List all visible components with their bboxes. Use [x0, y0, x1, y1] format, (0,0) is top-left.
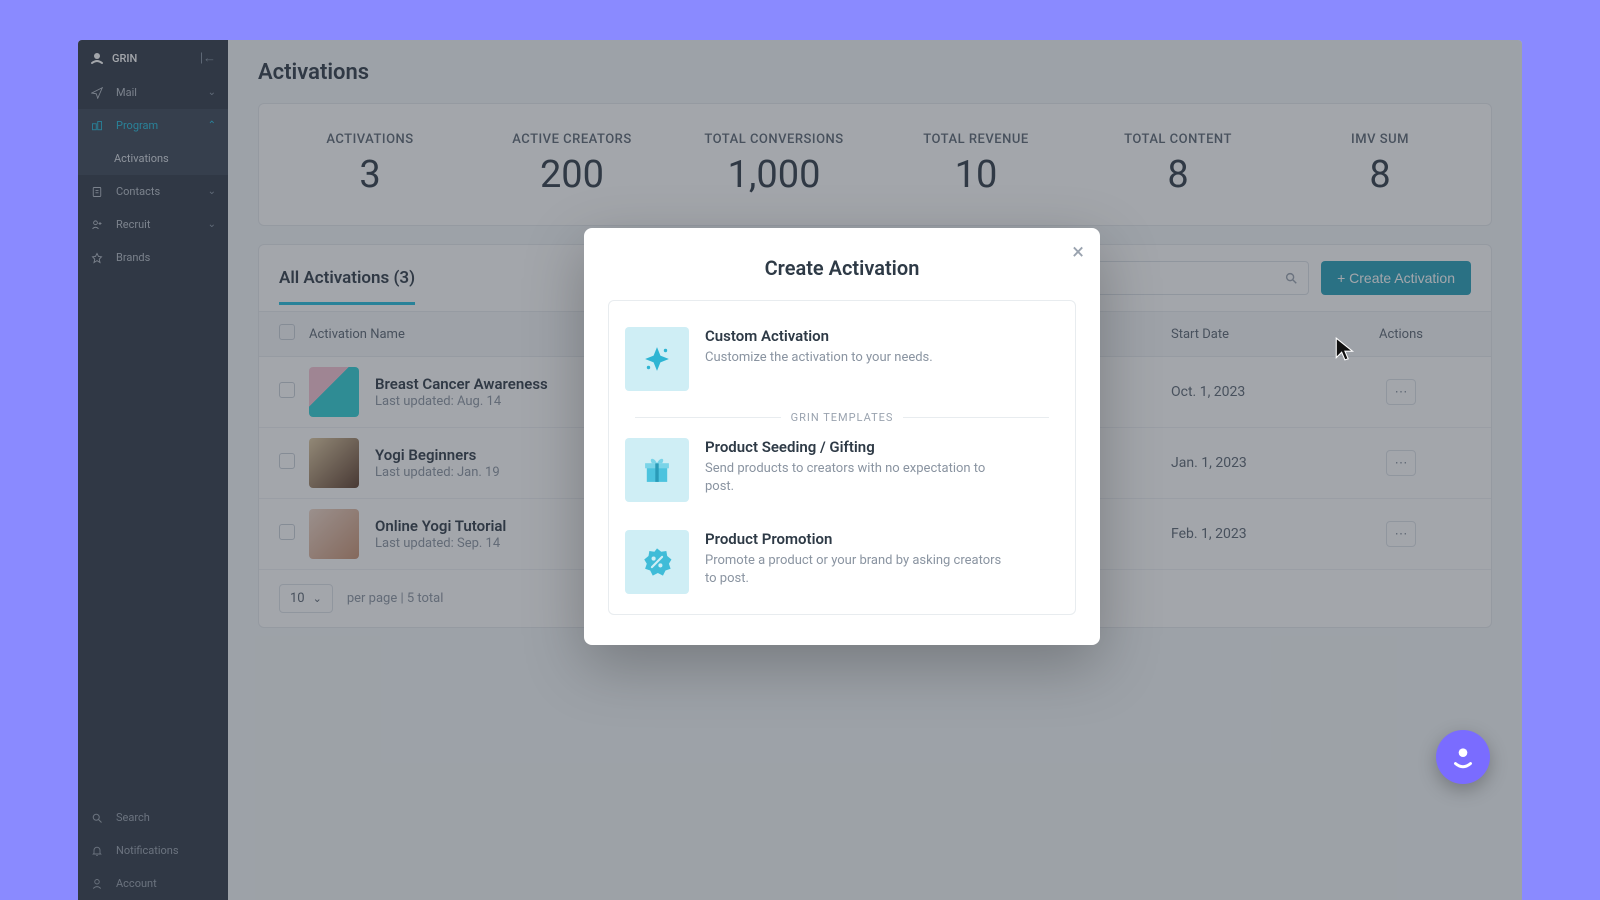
templates-label: GRIN TEMPLATES [791, 411, 894, 424]
gift-icon [625, 438, 689, 502]
smiley-user-icon [1450, 744, 1476, 770]
modal-panel: Custom Activation Customize the activati… [608, 300, 1076, 615]
option-custom-activation[interactable]: Custom Activation Customize the activati… [625, 317, 1059, 405]
option-desc: Send products to creators with no expect… [705, 460, 1005, 496]
option-title: Product Promotion [705, 530, 1005, 548]
badge-percent-icon [625, 530, 689, 594]
create-activation-modal: × Create Activation Custom Activation Cu… [584, 228, 1100, 645]
option-title: Custom Activation [705, 327, 933, 345]
option-desc: Promote a product or your brand by askin… [705, 552, 1005, 588]
templates-divider: GRIN TEMPLATES [625, 411, 1059, 424]
help-fab[interactable] [1436, 730, 1490, 784]
option-title: Product Seeding / Gifting [705, 438, 1005, 456]
option-product-seeding[interactable]: Product Seeding / Gifting Send products … [625, 428, 1059, 516]
close-icon[interactable]: × [1072, 242, 1084, 264]
sparkle-icon [625, 327, 689, 391]
modal-title: Create Activation [608, 256, 1076, 280]
option-desc: Customize the activation to your needs. [705, 349, 933, 367]
option-product-promotion[interactable]: Product Promotion Promote a product or y… [625, 516, 1059, 608]
